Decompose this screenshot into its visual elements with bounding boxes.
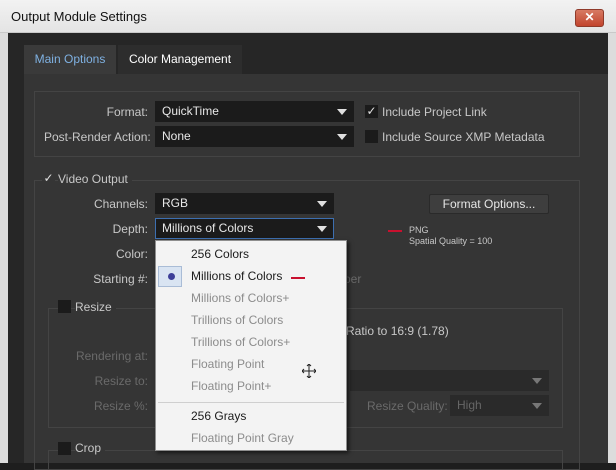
chevron-down-icon	[532, 378, 542, 384]
depth-popup-menu: 256 Colors Millions of Colors Millions o…	[155, 240, 347, 451]
menu-item-floating-point[interactable]: Floating Point	[191, 357, 264, 371]
radio-selected-icon	[168, 273, 175, 280]
close-button[interactable]: ✕	[575, 9, 604, 27]
format-dropdown[interactable]: QuickTime	[155, 101, 354, 122]
format-options-button[interactable]: Format Options...	[429, 194, 549, 214]
tab-color-management[interactable]: Color Management	[118, 45, 242, 74]
lock-aspect-ratio-label: Ratio to 16:9 (1.78)	[346, 324, 449, 338]
menu-item-trillions-of-colors[interactable]: Trillions of Colors	[191, 313, 283, 327]
resize-to-label: Resize to:	[94, 374, 148, 388]
post-render-dropdown[interactable]: None	[155, 126, 354, 147]
include-xmp-label: Include Source XMP Metadata	[382, 130, 545, 144]
channels-dropdown[interactable]: RGB	[155, 193, 334, 214]
resize-quality-label: Resize Quality:	[367, 399, 448, 413]
resize-percent-label: Resize %:	[93, 399, 148, 413]
depth-label: Depth:	[112, 222, 148, 236]
include-xmp-checkbox[interactable]	[365, 130, 378, 143]
depth-dropdown[interactable]: Millions of Colors	[155, 218, 334, 239]
window-title: Output Module Settings	[11, 9, 147, 24]
format-label: Format:	[106, 105, 148, 119]
depth-value: Millions of Colors	[162, 221, 254, 235]
starting-number-label: Starting #:	[93, 272, 148, 286]
move-cursor-icon	[302, 364, 316, 378]
window-frame-right	[608, 33, 616, 463]
red-annotation-mark	[291, 277, 305, 279]
chevron-down-icon	[337, 109, 347, 115]
menu-item-trillions-of-colors-plus[interactable]: Trillions of Colors+	[191, 335, 290, 349]
close-icon: ✕	[584, 10, 595, 24]
chevron-down-icon	[532, 403, 542, 409]
format-value: QuickTime	[162, 104, 219, 118]
selected-indicator	[158, 266, 182, 287]
channels-label: Channels:	[93, 197, 148, 211]
resize-quality-value: High	[457, 398, 482, 412]
post-render-label: Post-Render Action:	[44, 130, 151, 144]
chevron-down-icon	[317, 226, 327, 232]
red-annotation-mark	[388, 230, 402, 232]
crop-checkbox[interactable]	[58, 442, 71, 455]
title-bar: Output Module Settings ✕	[0, 0, 616, 33]
menu-item-floating-point-gray[interactable]: Floating Point Gray	[191, 431, 294, 445]
menu-item-millions-of-colors-plus[interactable]: Millions of Colors+	[191, 291, 289, 305]
include-project-link-checkbox[interactable]: ✓	[365, 105, 378, 118]
resize-to-dropdown[interactable]	[350, 370, 549, 391]
crop-label: Crop	[75, 441, 106, 455]
chevron-down-icon	[317, 201, 327, 207]
post-render-value: None	[162, 129, 191, 143]
color-label: Color:	[115, 247, 148, 261]
resize-label: Resize	[75, 300, 116, 314]
menu-item-256-colors[interactable]: 256 Colors	[191, 247, 249, 261]
video-output-checkbox[interactable]: ✓	[42, 172, 55, 185]
video-output-label: Video Output	[58, 172, 132, 186]
resize-quality-dropdown[interactable]: High	[450, 395, 549, 416]
checkmark-icon: ✓	[43, 171, 54, 185]
window-frame-left	[0, 33, 8, 463]
format-info-codec: PNG	[409, 225, 429, 235]
format-info-quality: Spatial Quality = 100	[409, 236, 493, 246]
crop-group	[48, 450, 563, 470]
menu-item-floating-point-plus[interactable]: Floating Point+	[191, 379, 271, 393]
menu-item-millions-of-colors[interactable]: Millions of Colors	[191, 269, 282, 283]
menu-separator	[158, 402, 344, 403]
chevron-down-icon	[337, 134, 347, 140]
tab-main-options[interactable]: Main Options	[24, 45, 116, 74]
menu-item-256-grays[interactable]: 256 Grays	[191, 409, 246, 423]
channels-value: RGB	[162, 196, 189, 210]
resize-checkbox[interactable]	[58, 300, 71, 313]
rendering-at-label: Rendering at:	[75, 349, 148, 363]
checkmark-icon: ✓	[366, 104, 377, 118]
include-project-link-label: Include Project Link	[382, 105, 487, 119]
